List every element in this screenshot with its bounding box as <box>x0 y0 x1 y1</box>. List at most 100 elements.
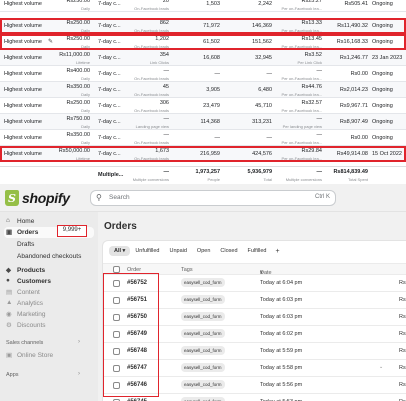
campaign-cost-sub: Per on-Facebook lea... <box>281 156 322 161</box>
campaign-end: Ongoing <box>372 1 393 7</box>
row-checkbox[interactable] <box>113 280 120 287</box>
order-id[interactable]: #56749 <box>127 331 147 337</box>
sidebar-item-label: Orders <box>17 229 39 236</box>
campaign-end: Ongoing <box>372 87 393 93</box>
campaign-name: Highest volume <box>4 103 42 109</box>
tab-fulfilled[interactable]: Fulfilled <box>243 246 272 256</box>
total-impressions: 5,936,979 <box>247 169 272 175</box>
order-date: Today at 6:04 pm <box>260 280 303 286</box>
edit-pencil-icon[interactable]: ✎ <box>48 38 53 45</box>
order-id[interactable]: #56752 <box>127 280 147 286</box>
column-tags[interactable]: Tags <box>181 267 193 273</box>
sidebar-item-label: Home <box>17 218 35 225</box>
campaign-row[interactable]: Highest volume Rs11,000.00 Lifetime 7-day c… <box>0 50 406 66</box>
total-results-sub: Multiple conversions <box>132 177 169 182</box>
row-checkbox[interactable] <box>113 382 120 389</box>
campaign-budget-sub: Lifetime <box>75 156 90 161</box>
campaign-row[interactable]: Highest volume Rs350.00 Daily 7-day c... 45 O… <box>0 82 406 98</box>
campaign-impressions: 146,369 <box>252 23 272 29</box>
order-id[interactable]: #56746 <box>127 382 147 388</box>
add-view-button[interactable]: + <box>271 248 283 255</box>
order-tag: easysell_cod_form <box>181 329 225 338</box>
campaign-cost: Rs3.52 <box>304 52 322 58</box>
shopify-logo[interactable]: shopify <box>5 190 70 206</box>
campaign-budget-sub: Lifetime <box>75 60 90 65</box>
campaign-attr: 7-day c... <box>98 55 121 61</box>
table-row[interactable]: #56746 easysell_cod_form Today at 5:56 pm R… <box>103 377 406 394</box>
sidebar-item-drafts[interactable]: Drafts <box>4 239 94 250</box>
row-checkbox[interactable] <box>113 314 120 321</box>
total-spent: Rs814,839.49 <box>333 169 368 175</box>
tab-unpaid[interactable]: Unpaid <box>164 246 191 256</box>
table-row[interactable]: #56747 easysell_cod_form Today at 5:58 pm R… <box>103 360 406 377</box>
chevron-down-icon[interactable]: ⌄ <box>379 364 383 370</box>
shopify-bag-icon <box>5 190 19 206</box>
campaign-cost: — <box>316 116 323 122</box>
tab-all[interactable]: All ▾ <box>109 246 131 256</box>
row-checkbox[interactable] <box>113 331 120 338</box>
total-spent-sub: Total Spent <box>347 177 368 182</box>
campaign-results: 1,202 <box>155 36 169 42</box>
campaign-row[interactable]: Highest volume Rs250.00 Daily 7-day c... 20 O… <box>0 0 406 12</box>
campaign-name: Highest volume <box>4 55 42 61</box>
campaign-attr: 7-day c... <box>98 119 121 125</box>
table-row[interactable]: #56752 easysell_cod_form Today at 6:04 pm R… <box>103 275 406 292</box>
campaign-reach: — <box>214 135 221 141</box>
table-row[interactable]: #56748 easysell_cod_form Today at 5:59 pm R… <box>103 343 406 360</box>
campaign-budget-sub: Daily <box>81 140 90 145</box>
campaign-results-sub: Link Clicks <box>149 60 169 65</box>
table-row[interactable]: #56751 easysell_cod_form Today at 6:03 pm R… <box>103 292 406 309</box>
tab-closed[interactable]: Closed <box>215 246 242 256</box>
campaign-spent: Rs0.00 <box>350 135 368 141</box>
campaign-row[interactable]: Highest volume Rs250.00 Daily 7-day c... 306… <box>0 98 406 114</box>
row-checkbox[interactable] <box>113 297 120 304</box>
chevron-right-icon[interactable]: › <box>78 371 80 377</box>
order-id[interactable]: #56748 <box>127 348 147 354</box>
sidebar-item-products[interactable]: ◆ Products <box>4 265 94 276</box>
campaign-budget: Rs250.00 <box>66 0 90 4</box>
campaign-end: 23 Jan 2023 <box>372 55 403 61</box>
tab-unfulfilled[interactable]: Unfulfilled <box>130 246 164 256</box>
campaign-cost: Rs13.33 <box>301 20 323 26</box>
sidebar-item-customers[interactable]: ● Customers <box>4 276 94 287</box>
order-total: Rs <box>399 280 406 286</box>
order-id[interactable]: #56750 <box>127 314 147 320</box>
sidebar-item-content[interactable]: ▤ Content <box>4 287 94 298</box>
sidebar-item-marketing[interactable]: ◉ Marketing <box>4 309 94 320</box>
row-checkbox[interactable] <box>113 348 120 355</box>
total-attribution: Multiple... <box>98 172 124 178</box>
search-input[interactable]: ⚲ Search Ctrl K <box>90 190 336 206</box>
order-date: Today at 5:59 pm <box>260 348 303 354</box>
campaign-impressions: 45,710 <box>255 103 272 109</box>
campaign-row[interactable]: Highest volume Rs250.00 Daily 7-day c... 862… <box>0 18 406 34</box>
chevron-right-icon[interactable]: › <box>78 339 80 345</box>
campaign-row[interactable]: Highest volume Rs50,000.00 Lifetime 7-day c… <box>0 146 406 162</box>
sidebar-item-online-store[interactable]: ▣ Online Store <box>4 350 94 361</box>
target-icon: ◉ <box>6 311 12 318</box>
order-total: Rs <box>399 382 406 388</box>
campaign-name: Highest volume <box>4 151 42 157</box>
sidebar-item-abandoned-checkouts[interactable]: Abandoned checkouts <box>4 251 94 262</box>
content-icon: ▤ <box>6 289 13 296</box>
column-order[interactable]: Order <box>127 267 141 273</box>
orders-page: Orders All ▾ Unfulfilled Unpaid Open Clo… <box>98 212 406 401</box>
page-title: Orders <box>104 221 137 232</box>
campaign-reach: 71,972 <box>203 23 220 29</box>
campaign-row[interactable]: Highest volume Rs350.00 Daily 7-day c... — On… <box>0 130 406 146</box>
campaign-row[interactable]: Highest volume Rs750.00 Daily 7-day c... — La… <box>0 114 406 130</box>
sidebar-item-analytics[interactable]: ▲ Analytics <box>4 298 94 309</box>
order-id[interactable]: #56751 <box>127 297 147 303</box>
campaign-end: Ongoing <box>372 135 393 141</box>
order-id[interactable]: #56747 <box>127 365 147 371</box>
row-checkbox[interactable] <box>113 365 120 372</box>
campaign-cost: — <box>316 68 323 74</box>
campaign-row[interactable]: Highest volume Rs400.00 Daily 7-day c... — On… <box>0 66 406 82</box>
sidebar-item-discounts[interactable]: ⚙ Discounts <box>4 320 94 331</box>
select-all-checkbox[interactable] <box>113 266 120 273</box>
tab-open[interactable]: Open <box>192 246 215 256</box>
campaign-row[interactable]: Highest volume Rs250.00 Daily 7-day c... 1,2… <box>0 34 406 50</box>
table-row[interactable]: #56750 easysell_cod_form Today at 6:03 pm R… <box>103 309 406 326</box>
table-row[interactable]: #56749 easysell_cod_form Today at 6:02 pm R… <box>103 326 406 343</box>
campaign-spent: Rs16,168.33 <box>336 39 368 45</box>
table-row[interactable]: #56745easysell_cod_formToday at 5:53 pmR… <box>103 394 406 401</box>
